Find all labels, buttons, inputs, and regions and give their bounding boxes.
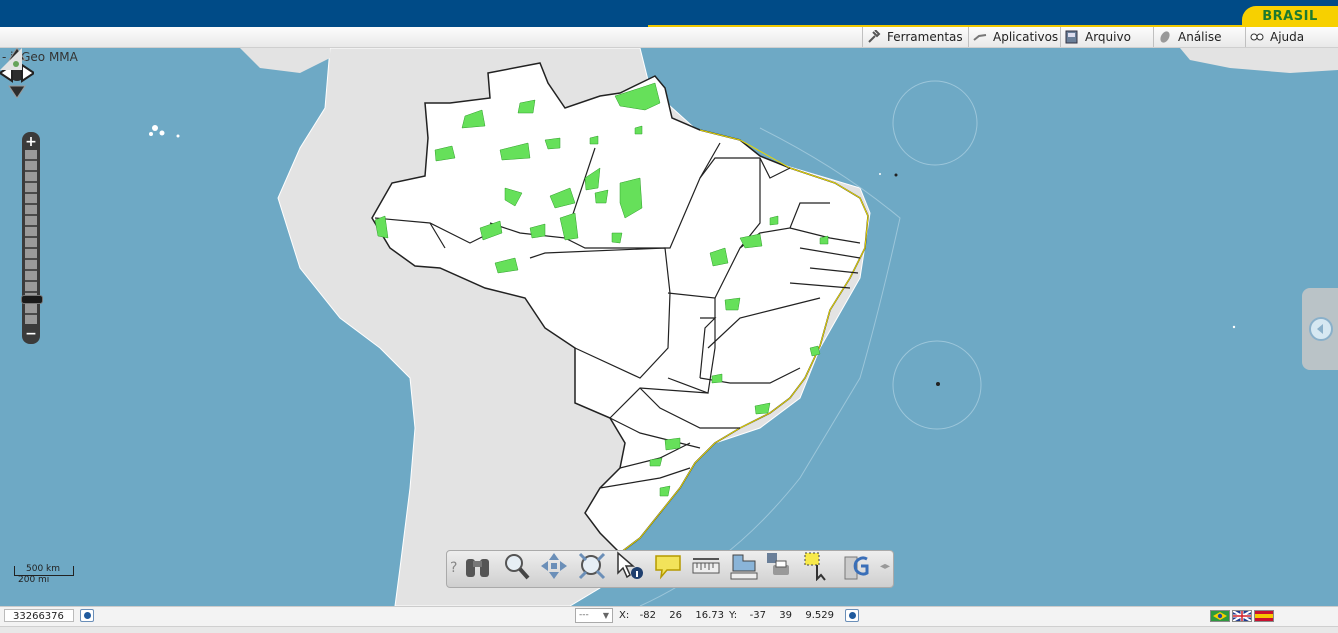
apps-icon xyxy=(973,34,987,41)
zoom-extent-icon[interactable] xyxy=(577,551,607,581)
layers-panel-tab[interactable] xyxy=(1302,288,1338,370)
measure-area-icon[interactable] xyxy=(729,551,759,581)
binoculars-icon[interactable] xyxy=(463,551,493,581)
file-icon xyxy=(1065,30,1078,44)
map-toolbar: ? ◂▸ xyxy=(446,550,894,588)
menu-label: Ajuda xyxy=(1270,30,1305,44)
pan-icon[interactable] xyxy=(539,551,569,581)
trindade-island xyxy=(936,382,940,386)
flag-spain-icon[interactable] xyxy=(1254,610,1274,622)
zoom-slider[interactable]: + − xyxy=(21,132,43,344)
x-label: X: xyxy=(619,610,630,621)
menu-arquivo[interactable]: Arquivo xyxy=(1060,27,1153,47)
map-options-icon[interactable] xyxy=(0,48,22,70)
status-bar: 33266376 --- ▼ X: -82 26 16.73 Y: -37 39… xyxy=(0,606,1338,627)
x-degrees: -82 xyxy=(639,610,656,621)
expand-panel-icon xyxy=(1309,317,1333,341)
zoom-handle[interactable] xyxy=(21,295,43,304)
select-icon[interactable] xyxy=(801,551,831,581)
north-coast-land xyxy=(240,48,330,73)
map-canvas[interactable]: - i3Geo MMA + − 500 km 200 mi ? ◂▸ xyxy=(0,48,1338,606)
zoom-out-button[interactable]: − xyxy=(23,326,39,342)
y-minutes: 39 xyxy=(779,610,792,621)
scale-input[interactable]: 33266376 xyxy=(4,609,74,622)
zoom-in-button[interactable]: + xyxy=(23,134,39,150)
measure-distance-icon[interactable] xyxy=(691,551,721,581)
map-drawing xyxy=(149,48,1338,606)
coord-format-select[interactable]: --- ▼ xyxy=(575,608,613,623)
analysis-icon xyxy=(1160,31,1170,43)
atlantic-islet xyxy=(1232,325,1236,329)
galapagos-islands xyxy=(149,125,180,138)
menu-ajuda[interactable]: Ajuda xyxy=(1245,27,1338,47)
menu-label: Análise xyxy=(1178,30,1222,44)
brasil-badge[interactable]: BRASIL xyxy=(1242,6,1338,27)
goto-coordinate-button[interactable] xyxy=(845,609,859,622)
x-minutes: 26 xyxy=(669,610,682,621)
scale-km-label: 500 km xyxy=(26,564,61,574)
gov-header-bar: BRASIL xyxy=(0,0,1338,27)
toolbar-help-icon[interactable]: ? xyxy=(450,560,457,576)
st-peter-paul-rocks xyxy=(879,173,881,175)
chevron-down-icon: ▼ xyxy=(602,611,609,620)
flag-brazil-icon[interactable] xyxy=(1210,610,1230,622)
fernando-de-noronha xyxy=(894,173,898,177)
tools-icon xyxy=(868,30,881,43)
menu-ferramentas[interactable]: Ferramentas xyxy=(862,27,968,47)
scale-bar: 500 km 200 mi xyxy=(14,564,76,592)
y-seconds: 9.529 xyxy=(805,610,834,621)
scale-mi-label: 200 mi xyxy=(18,575,50,585)
eez-circle-north xyxy=(892,80,978,166)
print-icon[interactable] xyxy=(763,551,793,581)
tooltip-icon[interactable] xyxy=(653,551,683,581)
flag-uk-icon[interactable] xyxy=(1232,610,1252,622)
coord-format-value: --- xyxy=(579,610,589,620)
identify-icon[interactable] xyxy=(613,551,643,581)
help-icon xyxy=(1250,33,1264,41)
zoom-icon[interactable] xyxy=(501,551,531,581)
africa-land xyxy=(1180,48,1338,73)
menu-bar: Ferramentas Aplicativos Arquivo Análise … xyxy=(0,27,1338,48)
y-label: Y: xyxy=(729,610,738,621)
menu-aplicativos[interactable]: Aplicativos xyxy=(968,27,1060,47)
y-degrees: -37 xyxy=(749,610,766,621)
menu-analise[interactable]: Análise xyxy=(1153,27,1245,47)
x-seconds: 16.73 xyxy=(695,610,724,621)
menu-label: Arquivo xyxy=(1085,30,1131,44)
menu-label: Aplicativos xyxy=(993,30,1059,44)
apply-scale-button[interactable] xyxy=(80,609,94,622)
google-icon[interactable] xyxy=(841,551,871,581)
menu-label: Ferramentas xyxy=(887,30,963,44)
toolbar-resize-handle[interactable]: ◂▸ xyxy=(880,561,890,572)
